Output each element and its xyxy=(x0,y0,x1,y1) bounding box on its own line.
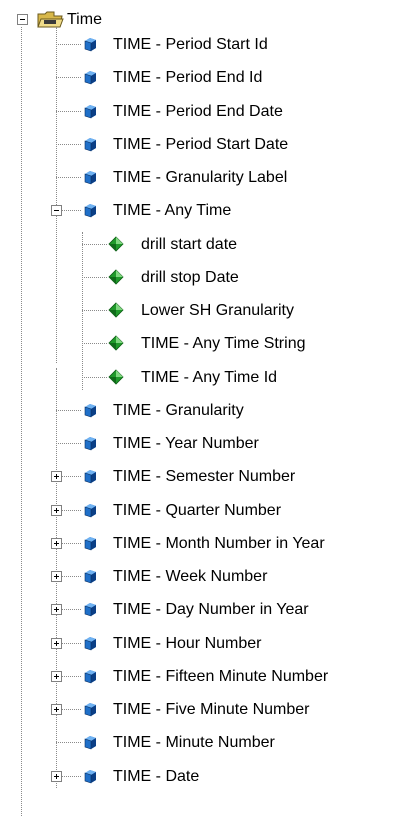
root-row[interactable]: Time xyxy=(66,3,103,36)
folder-open-icon xyxy=(36,9,64,29)
expand-toggle[interactable] xyxy=(51,471,62,482)
tree-item[interactable]: TIME - Year Number xyxy=(112,427,260,460)
connector-line xyxy=(56,410,81,411)
diamond-icon xyxy=(108,369,124,385)
tree-item[interactable]: TIME - Date xyxy=(112,760,200,793)
tree-item[interactable]: drill start date xyxy=(140,228,238,261)
collapse-toggle[interactable] xyxy=(51,205,62,216)
tree-item-label: TIME - Fifteen Minute Number xyxy=(113,667,329,685)
connector-line xyxy=(56,443,81,444)
tree-item-label: TIME - Period End Date xyxy=(113,102,283,120)
cube-icon xyxy=(82,701,98,717)
cube-icon xyxy=(82,435,98,451)
connector-line xyxy=(56,77,81,78)
tree-item-label: TIME - Granularity xyxy=(113,401,244,419)
diamond-icon xyxy=(108,269,124,285)
tree-item-label: TIME - Semester Number xyxy=(113,467,296,485)
connector-line xyxy=(82,232,83,390)
root-label: Time xyxy=(67,10,102,28)
cube-icon xyxy=(82,502,98,518)
tree-item[interactable]: TIME - Fifteen Minute Number xyxy=(112,660,329,693)
tree-item[interactable]: TIME - Period Start Date xyxy=(112,128,289,161)
tree-item-label: Lower SH Granularity xyxy=(141,301,294,319)
connector-line xyxy=(56,177,81,178)
tree-item-label: TIME - Period Start Id xyxy=(113,35,268,53)
cube-icon xyxy=(82,402,98,418)
tree-item[interactable]: TIME - Quarter Number xyxy=(112,494,282,527)
tree-item[interactable]: TIME - Any Time Id xyxy=(140,361,278,394)
tree-item[interactable]: TIME - Any Time xyxy=(112,194,232,227)
cube-icon xyxy=(82,768,98,784)
connector-line xyxy=(56,44,81,45)
tree-item[interactable]: TIME - Five Minute Number xyxy=(112,693,310,726)
expand-toggle[interactable] xyxy=(51,604,62,615)
tree-item-label: TIME - Year Number xyxy=(113,434,259,452)
tree-item-label: TIME - Day Number in Year xyxy=(113,600,309,618)
tree-item-label: TIME - Hour Number xyxy=(113,634,262,652)
tree-item-label: TIME - Period Start Date xyxy=(113,135,289,153)
expand-toggle[interactable] xyxy=(51,638,62,649)
connector-line xyxy=(82,310,107,311)
expand-toggle[interactable] xyxy=(51,571,62,582)
connector-line xyxy=(21,27,22,816)
connector-line xyxy=(82,277,107,278)
cube-icon xyxy=(82,202,98,218)
tree-item[interactable]: TIME - Semester Number xyxy=(112,460,296,493)
tree-item[interactable]: TIME - Granularity xyxy=(112,394,245,427)
connector-line xyxy=(82,377,107,378)
tree-item-label: TIME - Any Time xyxy=(113,201,232,219)
cube-icon xyxy=(82,169,98,185)
tree-item-label: TIME - Granularity Label xyxy=(113,168,288,186)
tree-item[interactable]: drill stop Date xyxy=(140,261,240,294)
tree-item-label: TIME - Month Number in Year xyxy=(113,534,325,552)
tree-item-label: TIME - Period End Id xyxy=(113,68,263,86)
cube-icon xyxy=(82,601,98,617)
tree-item-label: TIME - Quarter Number xyxy=(113,501,282,519)
cube-icon xyxy=(82,734,98,750)
tree-item-label: TIME - Date xyxy=(113,767,200,785)
tree-item-label: TIME - Minute Number xyxy=(113,733,275,751)
root-collapse-toggle[interactable] xyxy=(17,14,28,25)
cube-icon xyxy=(82,103,98,119)
tree-item[interactable]: TIME - Period End Date xyxy=(112,95,284,128)
diamond-icon xyxy=(108,335,124,351)
tree-item[interactable]: TIME - Period Start Id xyxy=(112,28,269,61)
tree-item[interactable]: TIME - Granularity Label xyxy=(112,161,288,194)
cube-icon xyxy=(82,535,98,551)
tree-item[interactable]: TIME - Any Time String xyxy=(140,327,306,360)
cube-icon xyxy=(82,69,98,85)
tree-item[interactable]: TIME - Period End Id xyxy=(112,61,263,94)
tree-item[interactable]: TIME - Hour Number xyxy=(112,627,262,660)
expand-toggle[interactable] xyxy=(51,704,62,715)
cube-icon xyxy=(82,468,98,484)
tree-item[interactable]: TIME - Minute Number xyxy=(112,726,276,759)
tree-item[interactable]: TIME - Day Number in Year xyxy=(112,593,310,626)
expand-toggle[interactable] xyxy=(51,505,62,516)
tree-view: Time TIME - Period Start Id TIME - Period… xyxy=(0,0,396,816)
cube-icon xyxy=(82,635,98,651)
tree-item-label: TIME - Any Time String xyxy=(141,334,306,352)
connector-line xyxy=(82,244,107,245)
connector-line xyxy=(56,742,81,743)
tree-item-label: TIME - Week Number xyxy=(113,567,268,585)
cube-icon xyxy=(82,136,98,152)
diamond-icon xyxy=(108,236,124,252)
tree-item-label: TIME - Five Minute Number xyxy=(113,700,310,718)
connector-line xyxy=(56,111,81,112)
connector-line xyxy=(82,343,107,344)
expand-toggle[interactable] xyxy=(51,671,62,682)
expand-toggle[interactable] xyxy=(51,771,62,782)
cube-icon xyxy=(82,568,98,584)
connector-line xyxy=(56,144,81,145)
tree-item[interactable]: TIME - Week Number xyxy=(112,560,268,593)
tree-item[interactable]: Lower SH Granularity xyxy=(140,294,295,327)
tree-item-label: TIME - Any Time Id xyxy=(141,368,278,386)
tree-item-label: drill start date xyxy=(141,235,238,253)
diamond-icon xyxy=(108,302,124,318)
cube-icon xyxy=(82,36,98,52)
tree-item-label: drill stop Date xyxy=(141,268,239,286)
cube-icon xyxy=(82,668,98,684)
tree-item[interactable]: TIME - Month Number in Year xyxy=(112,527,326,560)
expand-toggle[interactable] xyxy=(51,538,62,549)
